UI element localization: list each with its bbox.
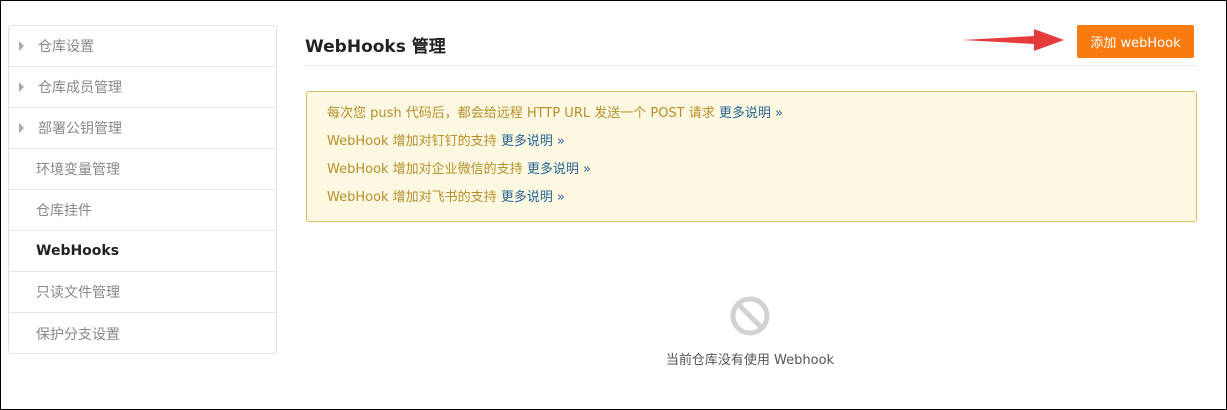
- notice-text: 每次您 push 代码后，都会给远程 HTTP URL 发送一个 POST 请求: [327, 106, 715, 121]
- empty-state: 当前仓库没有使用 Webhook: [600, 295, 900, 368]
- no-entry-icon: [730, 296, 770, 336]
- caret-right-icon: [19, 82, 24, 92]
- notice-line: WebHook 增加对钉钉的支持 更多说明 »: [327, 133, 1196, 161]
- notice-text: WebHook 增加对企业微信的支持: [327, 162, 523, 177]
- empty-state-text: 当前仓库没有使用 Webhook: [665, 353, 835, 368]
- notice-line: WebHook 增加对飞书的支持 更多说明 »: [327, 189, 1196, 217]
- sidebar-item-label: 环境变量管理: [36, 162, 120, 178]
- sidebar-item-readonly-files[interactable]: 只读文件管理: [9, 272, 276, 313]
- info-notice: 每次您 push 代码后，都会给远程 HTTP URL 发送一个 POST 请求…: [306, 91, 1197, 222]
- caret-right-icon: [19, 123, 24, 133]
- sidebar-item-label: 只读文件管理: [36, 285, 120, 301]
- sidebar-item-webhooks[interactable]: WebHooks: [9, 231, 276, 272]
- sidebar-item-members[interactable]: 仓库成员管理: [9, 67, 276, 108]
- add-webhook-button[interactable]: 添加 webHook: [1077, 25, 1194, 58]
- sidebar-item-env-vars[interactable]: 环境变量管理: [9, 149, 276, 190]
- more-info-link[interactable]: 更多说明 »: [527, 162, 591, 177]
- settings-sidebar: 仓库设置 仓库成员管理 部署公钥管理 环境变量管理 仓库挂件 WebHooks …: [8, 25, 277, 354]
- notice-text: WebHook 增加对钉钉的支持: [327, 134, 497, 149]
- sidebar-item-label: 部署公钥管理: [38, 121, 122, 137]
- sidebar-item-label: 仓库成员管理: [38, 80, 122, 96]
- sidebar-item-label: 仓库挂件: [36, 203, 92, 219]
- notice-text: WebHook 增加对飞书的支持: [327, 190, 497, 205]
- divider: [305, 65, 1197, 66]
- sidebar-item-protected-branches[interactable]: 保护分支设置: [9, 313, 276, 353]
- more-info-link[interactable]: 更多说明 »: [719, 106, 783, 121]
- red-arrow-annotation: [962, 29, 1064, 51]
- sidebar-item-deploy-keys[interactable]: 部署公钥管理: [9, 108, 276, 149]
- notice-line: 每次您 push 代码后，都会给远程 HTTP URL 发送一个 POST 请求…: [327, 105, 1196, 133]
- more-info-link[interactable]: 更多说明 »: [501, 190, 565, 205]
- sidebar-item-label: 仓库设置: [38, 39, 94, 55]
- sidebar-item-label: WebHooks: [36, 243, 120, 259]
- notice-line: WebHook 增加对企业微信的支持 更多说明 »: [327, 161, 1196, 189]
- sidebar-item-label: 保护分支设置: [36, 326, 120, 343]
- page-title: WebHooks 管理: [305, 37, 446, 57]
- more-info-link[interactable]: 更多说明 »: [501, 134, 565, 149]
- sidebar-item-repo-settings[interactable]: 仓库设置: [9, 26, 276, 67]
- caret-right-icon: [19, 41, 24, 51]
- sidebar-item-widgets[interactable]: 仓库挂件: [9, 190, 276, 231]
